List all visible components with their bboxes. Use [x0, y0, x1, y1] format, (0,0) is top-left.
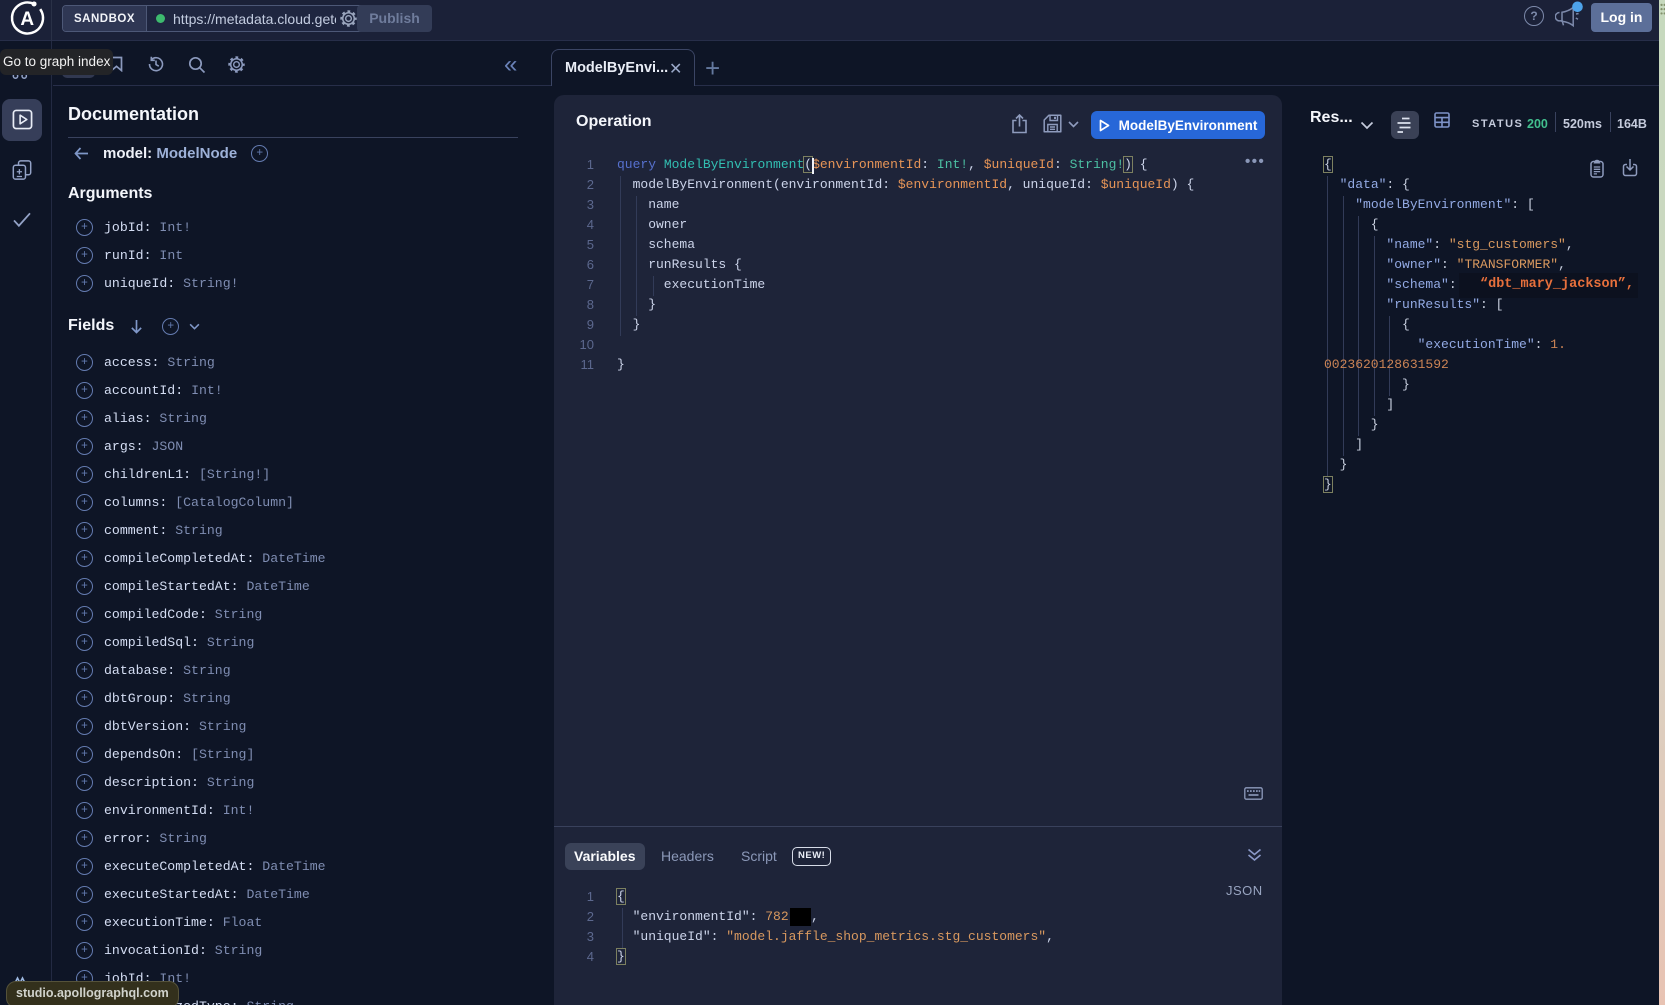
svg-text:A: A [20, 9, 34, 30]
